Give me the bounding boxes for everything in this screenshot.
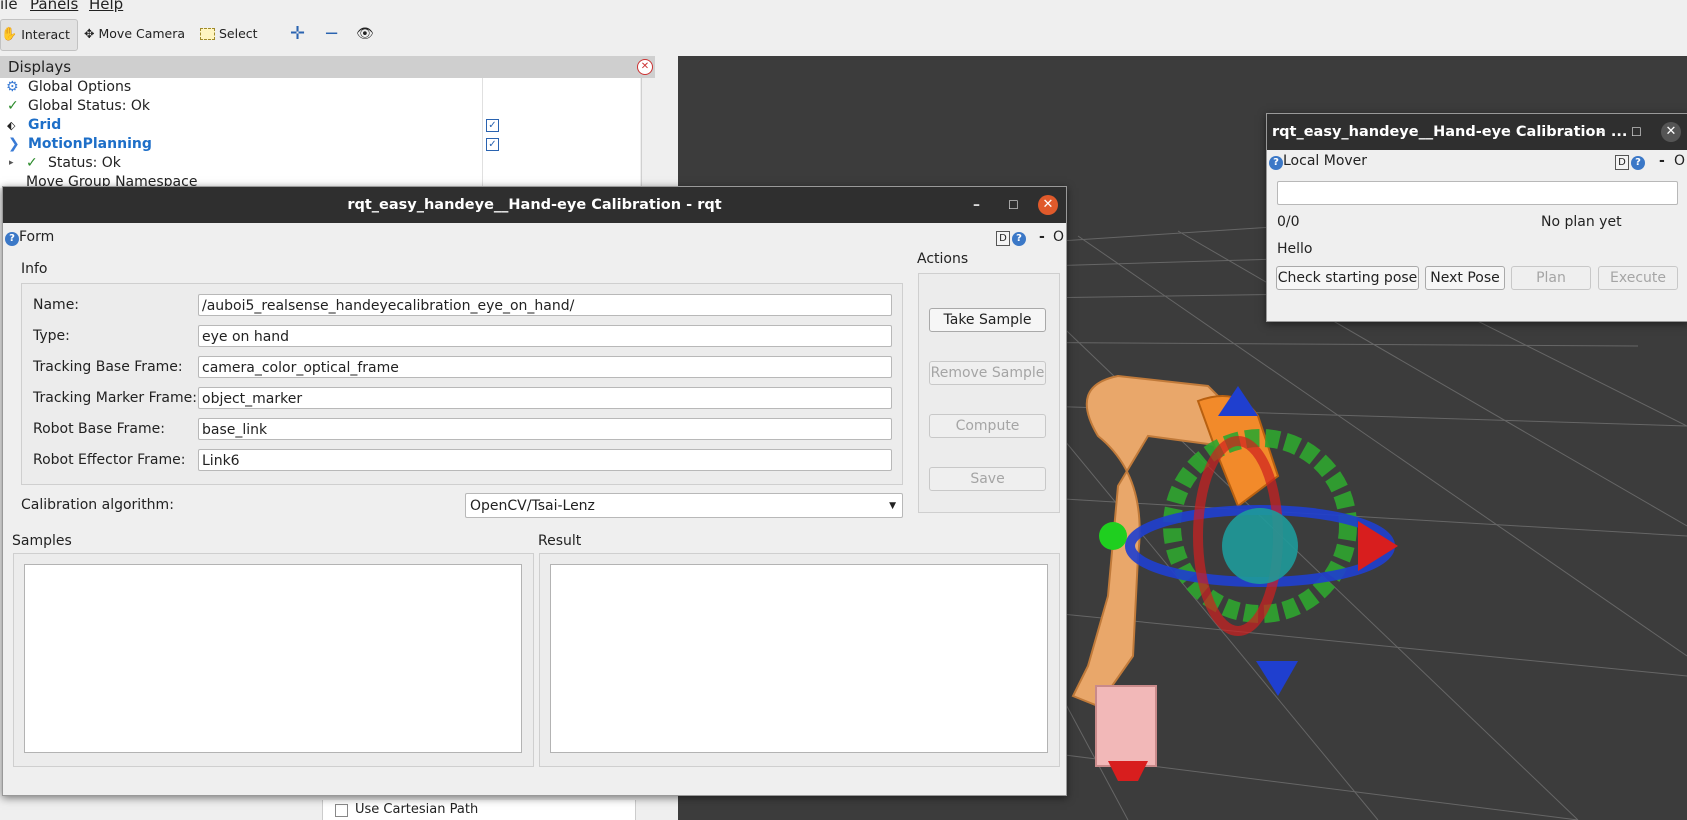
samples-list[interactable] [24,564,522,753]
float-button[interactable]: O [1053,229,1064,245]
tracking-marker-frame-label: Tracking Marker Frame: [33,390,197,406]
close-icon[interactable]: ✕ [1661,122,1681,142]
select-box-icon [200,28,215,40]
chevron-down-icon: ▼ [889,501,896,511]
select-tool-button[interactable]: Select [200,19,258,49]
name-field[interactable]: /auboi5_realsense_handeyecalibration_eye… [198,294,892,316]
plan-status: No plan yet [1541,214,1622,230]
help-icon[interactable]: ? [5,232,19,246]
window-titlebar[interactable]: rqt_easy_handeye__Hand-eye Calibration -… [3,187,1066,223]
type-field[interactable]: eye on hand [198,325,892,347]
gear-icon: ⚙ [6,79,19,95]
move-camera-icon: ✥ [84,26,95,41]
tracking-base-frame-label: Tracking Base Frame: [33,359,183,375]
checkmark-icon: ✓ [7,98,19,114]
tracking-marker-frame-field[interactable]: object_marker [198,387,892,409]
result-text-area[interactable] [550,564,1048,753]
motion-planning-icon: ❯ [8,136,20,152]
maximize-icon[interactable]: ☐ [1631,114,1642,150]
take-sample-button[interactable]: Take Sample [929,308,1046,332]
eye-icon: 👁 [356,26,374,42]
robot-effector-frame-label: Robot Effector Frame: [33,452,186,468]
info-group-title: Info [21,261,48,277]
help-icon[interactable]: ? [1012,232,1026,246]
minus-icon: − [324,23,340,44]
compute-button[interactable]: Compute [929,414,1046,438]
checkmark-icon: ✓ [26,155,38,171]
next-pose-button[interactable]: Next Pose [1425,266,1505,290]
motion-planning-options: Use Cartesian Path [322,800,636,820]
status-message: Hello [1277,241,1313,257]
collapse-button[interactable]: - [1039,229,1045,245]
save-button[interactable]: Save [929,467,1046,491]
grid-enabled-checkbox[interactable]: ✓ [486,119,499,132]
maximize-icon[interactable]: ☐ [1008,187,1019,223]
result-title: Result [538,533,582,549]
local-mover-window: rqt_easy_handeye__Hand-eye Calibration .… [1266,113,1687,322]
menu-file[interactable]: ile [0,0,18,12]
expand-arrow-icon[interactable]: ▸ [9,154,14,173]
actions-group-title: Actions [917,251,969,267]
menubar: ile Panels Help [0,0,1687,14]
tracking-base-frame-field[interactable]: camera_color_optical_frame [198,356,892,378]
close-panel-icon[interactable]: ✕ [637,59,653,75]
calibration-algorithm-label: Calibration algorithm: [21,497,174,513]
displays-panel-header: Displays ✕ [0,56,655,78]
plan-button[interactable]: Plan [1511,266,1591,290]
grid-icon: ⬖ [7,119,16,132]
displays-title: Displays [8,58,72,76]
menu-panels[interactable]: Panels [30,0,78,12]
collapse-button[interactable]: - [1659,153,1665,169]
toolbar: ✋ Interact ✥ Move Camera Select ✛ − 👁 [0,14,1687,57]
view-options-button[interactable]: 👁 [356,19,374,49]
plus-icon: ✛ [290,23,306,44]
remove-sample-button[interactable]: Remove Sample [929,361,1046,385]
close-icon[interactable]: ✕ [1038,195,1058,215]
hand-eye-calibration-window: rqt_easy_handeye__Hand-eye Calibration -… [2,186,1067,796]
robot-effector-frame-field[interactable]: Link6 [198,449,892,471]
pose-counter: 0/0 [1277,214,1300,230]
move-camera-tool-button[interactable]: ✥ Move Camera [84,19,185,49]
menu-help[interactable]: Help [89,0,123,12]
float-button[interactable]: O [1674,153,1685,169]
window-title: rqt_easy_handeye__Hand-eye Calibration .… [1272,124,1628,140]
add-tool-button[interactable]: ✛ [290,19,305,49]
robot-base-frame-label: Robot Base Frame: [33,421,165,437]
d-button[interactable]: D [1615,155,1629,170]
column-divider [482,78,483,188]
cartesian-path-label: Use Cartesian Path [355,802,479,817]
form-label: Form [19,229,55,245]
minimize-icon[interactable]: – [1598,114,1605,150]
cartesian-path-checkbox[interactable] [335,804,348,817]
check-starting-pose-button[interactable]: Check starting pose [1276,266,1419,290]
type-label: Type: [33,328,70,344]
local-mover-input[interactable] [1277,181,1678,205]
motion-planning-enabled-checkbox[interactable]: ✓ [486,138,499,151]
local-mover-label: Local Mover [1283,153,1368,169]
displays-tree: ⚙ Global Options ✓ Global Status: Ok ⬖ G… [0,78,655,190]
samples-title: Samples [12,533,72,549]
name-label: Name: [33,297,80,313]
minimize-icon[interactable]: – [973,187,980,223]
d-button[interactable]: D [996,231,1010,246]
calibration-algorithm-select[interactable]: OpenCV/Tsai-Lenz ▼ [465,493,903,518]
window-title: rqt_easy_handeye__Hand-eye Calibration -… [347,197,722,213]
interact-tool-button[interactable]: ✋ Interact [0,19,78,51]
hand-icon: ✋ [1,27,18,42]
window-titlebar[interactable]: rqt_easy_handeye__Hand-eye Calibration .… [1267,114,1687,150]
robot-base-frame-field[interactable]: base_link [198,418,892,440]
help-icon[interactable]: ? [1269,156,1283,170]
execute-button[interactable]: Execute [1598,266,1678,290]
tree-scrollbar[interactable] [641,78,655,188]
help-icon[interactable]: ? [1631,156,1645,170]
remove-tool-button[interactable]: − [324,19,339,49]
